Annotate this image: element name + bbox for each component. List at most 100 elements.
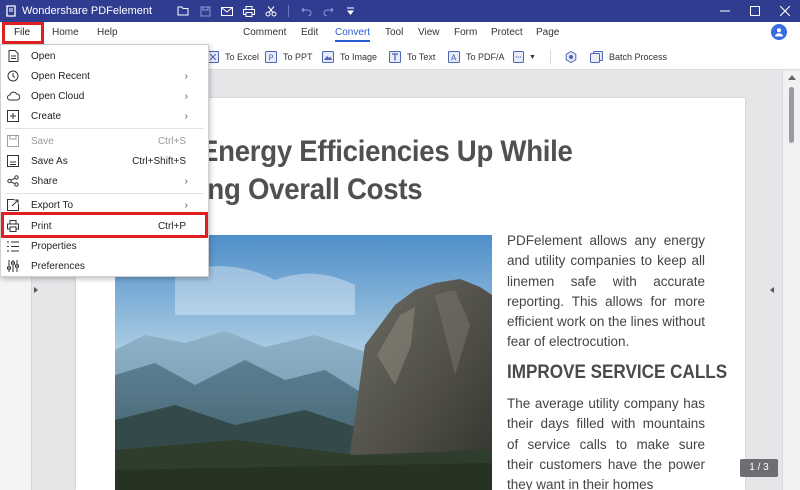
cloud-icon — [6, 89, 20, 103]
menu-item-label: Save — [31, 135, 54, 147]
menu-separator — [5, 193, 204, 194]
menu-item-save[interactable]: Save Ctrl+S — [1, 131, 208, 151]
menu-item-label: Save As — [31, 155, 68, 167]
menu-item-open-cloud[interactable]: Open Cloud › — [1, 86, 208, 106]
save-icon[interactable] — [194, 0, 216, 22]
file-menu-tab[interactable]: File — [3, 22, 41, 44]
menu-item-shortcut: Ctrl+Shift+S — [132, 155, 186, 167]
batch-process-icon — [590, 50, 604, 64]
tab-convert[interactable]: Convert — [335, 22, 371, 44]
preferences-icon — [6, 259, 20, 273]
submenu-arrow-icon: › — [184, 199, 188, 211]
more-formats-button[interactable]: ▼ — [513, 48, 536, 66]
quick-access-toolbar — [172, 0, 361, 22]
menu-bar: File Home Help Comment Edit Convert Tool… — [0, 22, 800, 44]
menu-separator — [5, 128, 204, 129]
to-text-label: To Text — [407, 52, 436, 62]
batch-process-button[interactable]: Batch Process — [590, 48, 667, 66]
tab-edit[interactable]: Edit — [301, 22, 318, 44]
file-dropdown-menu: Open Open Recent › Open Cloud › Create ›… — [0, 44, 209, 277]
print-icon — [6, 219, 20, 233]
open-folder-icon[interactable] — [172, 0, 194, 22]
page-headline-line2: ing Overall Costs — [200, 173, 423, 206]
pdfa-icon: A — [447, 50, 461, 64]
open-icon — [6, 49, 20, 63]
to-excel-label: To Excel — [225, 52, 260, 62]
page-indicator: 1 / 3 — [740, 459, 778, 477]
scissors-icon[interactable] — [260, 0, 282, 22]
menu-item-create[interactable]: Create › — [1, 106, 208, 126]
tab-page[interactable]: Page — [536, 22, 559, 44]
body-paragraph-2: The average utility company has their da… — [507, 396, 705, 490]
to-excel-button[interactable]: To Excel — [206, 48, 259, 66]
menu-item-export-to[interactable]: Export To › — [1, 195, 208, 215]
customize-dropdown-icon[interactable] — [339, 0, 361, 22]
tab-comment[interactable]: Comment — [243, 22, 286, 44]
submenu-arrow-icon: › — [184, 110, 188, 122]
app-title: Wondershare PDFelement — [22, 5, 153, 17]
batch-process-label: Batch Process — [609, 52, 668, 62]
toolbar-divider — [288, 5, 290, 17]
submenu-arrow-icon: › — [184, 70, 188, 82]
body-paragraph-1: PDFelement allows any energy and utility… — [507, 233, 705, 350]
export-icon — [6, 198, 20, 212]
menu-item-label: Share — [31, 175, 58, 187]
expand-left-panel-icon[interactable] — [34, 287, 38, 293]
svg-text:P: P — [269, 54, 274, 63]
window-controls — [710, 0, 800, 22]
menu-item-save-as[interactable]: Save As Ctrl+Shift+S — [1, 151, 208, 171]
close-icon[interactable] — [770, 0, 800, 22]
to-image-button[interactable]: To Image — [321, 48, 377, 66]
settings-button[interactable] — [564, 48, 583, 66]
redo-icon[interactable] — [317, 0, 339, 22]
tab-help[interactable]: Help — [97, 22, 118, 44]
tab-protect[interactable]: Protect — [491, 22, 523, 44]
to-ppt-button[interactable]: P To PPT — [264, 48, 313, 66]
submenu-arrow-icon: › — [184, 175, 188, 187]
menu-item-preferences[interactable]: Preferences — [1, 256, 208, 276]
to-text-button[interactable]: To Text — [388, 48, 435, 66]
to-image-label: To Image — [340, 52, 378, 62]
menu-item-label: Open Recent — [31, 70, 90, 82]
vertical-scrollbar[interactable] — [782, 71, 800, 490]
maximize-icon[interactable] — [740, 0, 770, 22]
print-icon[interactable] — [238, 0, 260, 22]
to-pdfa-button[interactable]: A To PDF/A — [447, 48, 505, 66]
to-ppt-label: To PPT — [283, 52, 313, 62]
menu-item-open-recent[interactable]: Open Recent › — [1, 66, 208, 86]
gear-icon — [564, 50, 578, 64]
to-pdfa-label: To PDF/A — [466, 52, 505, 62]
menu-item-label: Properties — [31, 240, 77, 252]
undo-icon[interactable] — [295, 0, 317, 22]
tab-view[interactable]: View — [418, 22, 440, 44]
minimize-icon[interactable] — [710, 0, 740, 22]
menu-item-shortcut: Ctrl+S — [157, 135, 186, 147]
scroll-up-arrow-icon[interactable] — [788, 75, 796, 80]
properties-icon — [6, 239, 20, 253]
menu-item-label: Preferences — [31, 260, 85, 272]
menu-item-print[interactable]: Print Ctrl+P — [1, 216, 208, 236]
create-icon — [6, 109, 20, 123]
menu-item-share[interactable]: Share › — [1, 171, 208, 191]
menu-item-label: Create — [31, 110, 62, 122]
tab-form[interactable]: Form — [454, 22, 477, 44]
menu-item-open[interactable]: Open — [1, 46, 208, 66]
user-avatar-icon[interactable] — [771, 24, 787, 40]
menu-item-label: Export To — [31, 199, 74, 211]
expand-right-panel-icon[interactable] — [770, 287, 774, 293]
dropdown-arrow-icon: ▼ — [529, 53, 536, 61]
save-as-icon — [6, 154, 20, 168]
mail-icon[interactable] — [216, 0, 238, 22]
save-icon — [6, 134, 20, 148]
tab-home[interactable]: Home — [52, 22, 79, 44]
menu-item-shortcut: Ctrl+P — [157, 220, 186, 232]
more-formats-icon — [513, 50, 527, 64]
scrollbar-thumb[interactable] — [789, 87, 794, 143]
menu-item-properties[interactable]: Properties — [1, 236, 208, 256]
menu-item-label: Open — [31, 50, 56, 62]
share-icon — [6, 174, 20, 188]
ppt-icon: P — [264, 50, 278, 64]
tab-tool[interactable]: Tool — [385, 22, 403, 44]
submenu-arrow-icon: › — [184, 90, 188, 102]
clock-icon — [6, 69, 20, 83]
